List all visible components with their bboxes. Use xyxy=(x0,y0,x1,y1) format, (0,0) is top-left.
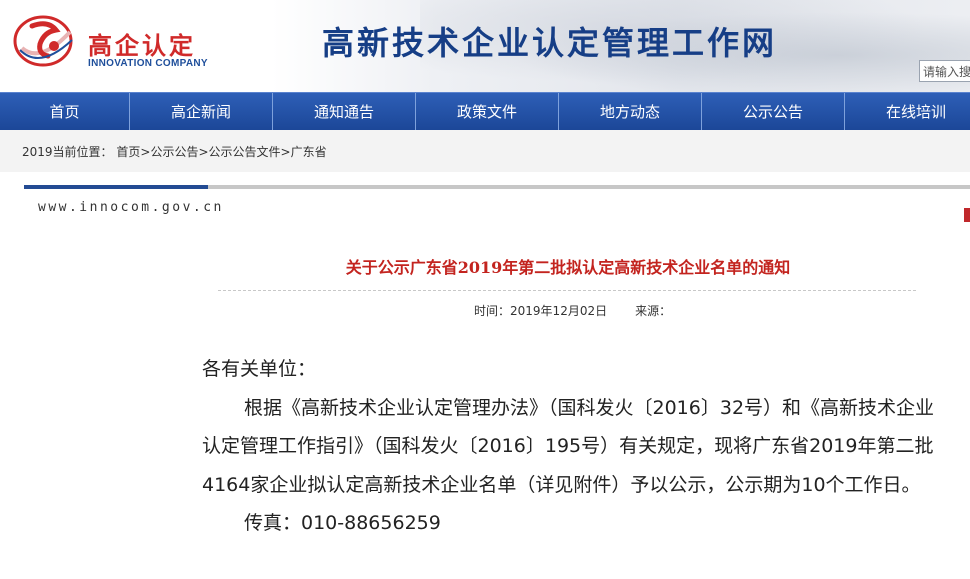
article-top-divider-accent xyxy=(24,185,208,189)
site-logo[interactable]: 高企认定 INNOVATION COMPANY xyxy=(10,10,210,72)
nav-item-training[interactable]: 在线培训 xyxy=(845,93,970,131)
paragraph: 根据《高新技术企业认定管理办法》（国科发火〔2016〕32号）和《高新技术企业认… xyxy=(202,396,935,496)
source-label: 来源： xyxy=(635,304,672,318)
breadcrumb: 2019当前位置： 首页>公示公告>公示公告文件>广东省 xyxy=(22,143,327,160)
breadcrumb-separator: > xyxy=(140,145,151,159)
article-body: 各有关单位： 根据《高新技术企业认定管理办法》（国科发火〔2016〕32号）和《… xyxy=(202,350,938,543)
logo-text-en: INNOVATION COMPANY xyxy=(88,58,208,69)
time-label: 时间： xyxy=(474,304,511,318)
breadcrumb-separator: > xyxy=(280,145,291,159)
nav-item-local[interactable]: 地方动态 xyxy=(559,93,702,131)
breadcrumb-separator: > xyxy=(198,145,209,159)
edge-marker xyxy=(964,208,970,222)
breadcrumb-announcement-files-link[interactable]: 公示公告文件 xyxy=(209,145,281,159)
site-url: www.innocom.gov.cn xyxy=(38,200,224,215)
nav-item-notices[interactable]: 通知通告 xyxy=(273,93,416,131)
site-title: 高新技术企业认定管理工作网 xyxy=(322,24,778,62)
article-meta: 时间：2019年12月02日 来源： xyxy=(474,302,671,319)
nav-item-policy[interactable]: 政策文件 xyxy=(416,93,559,131)
breadcrumb-prefix: 2019当前位置： xyxy=(22,145,113,159)
breadcrumb-announcements-link[interactable]: 公示公告 xyxy=(150,145,198,159)
title-divider xyxy=(218,290,916,291)
logo-emblem-icon xyxy=(13,15,73,67)
logo-text-cn: 高企认定 xyxy=(88,32,196,60)
breadcrumb-guangdong-link[interactable]: 广东省 xyxy=(291,145,327,159)
main-navigation: 首页 高企新闻 通知通告 政策文件 地方动态 公示公告 在线培训 xyxy=(0,92,970,131)
search-input[interactable]: 请输入搜 xyxy=(919,60,970,82)
salutation: 各有关单位： xyxy=(202,358,317,380)
nav-item-home[interactable]: 首页 xyxy=(0,93,130,131)
fax-line: 传真：010-88656259 xyxy=(244,512,441,534)
article-title: 关于公示广东省2019年第二批拟认定高新技术企业名单的通知 xyxy=(345,258,791,277)
site-header: 高企认定 INNOVATION COMPANY 高新技术企业认定管理工作网 请输… xyxy=(0,0,970,92)
breadcrumb-home-link[interactable]: 首页 xyxy=(116,145,140,159)
nav-item-news[interactable]: 高企新闻 xyxy=(130,93,273,131)
nav-item-announcements[interactable]: 公示公告 xyxy=(702,93,845,131)
time-value: 2019年12月02日 xyxy=(510,304,608,318)
article-top-divider xyxy=(24,185,970,189)
